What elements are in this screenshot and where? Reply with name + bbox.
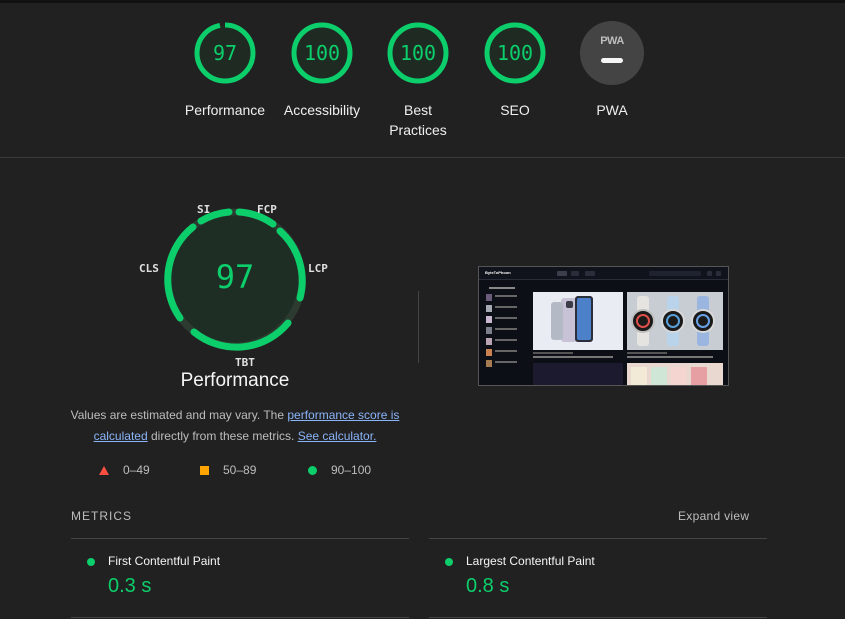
thumb-sidebar [483, 284, 529, 384]
thumb-card-watches [627, 292, 723, 350]
category-summary: 97 Performance 100 Accessibility 100 Bes… [0, 0, 845, 158]
gauge-best-practices[interactable]: 100 Best Practices [373, 21, 463, 140]
thumb-card-bottom-right [627, 363, 723, 385]
section-divider [418, 291, 419, 363]
phones-image-icon [551, 296, 593, 342]
legend-fail-range: 0–49 [123, 463, 150, 477]
gauge-score: 100 [303, 41, 341, 65]
legend-average-range: 50–89 [223, 463, 257, 477]
thumb-card-bottom-left [533, 363, 623, 385]
pass-circle-icon [445, 558, 453, 566]
gauge-performance[interactable]: 97 Performance [180, 21, 270, 120]
performance-score: 97 [215, 258, 255, 296]
metric-title: First Contentful Paint [108, 554, 221, 568]
gauge-tag-lcp[interactable]: LCP [308, 262, 328, 275]
gauge-pwa[interactable]: PWA PWA [567, 21, 657, 120]
thumb-brand: ByteToPhoon [485, 270, 511, 275]
metric-value: 0.3 s [108, 575, 152, 597]
gauge-tag-cls[interactable]: CLS [139, 262, 159, 275]
legend-pass: 90–100 [308, 463, 371, 477]
gauge-tag-si[interactable]: SI [197, 203, 210, 216]
legend-fail: 0–49 [99, 463, 150, 477]
watches-image-icon [631, 296, 715, 346]
gauge-label: PWA [596, 102, 628, 118]
gauge-score: 97 [212, 41, 238, 65]
fail-triangle-icon [99, 465, 109, 475]
gauge-score: 100 [496, 41, 534, 65]
gauge-label: Best Practices [389, 102, 447, 138]
description-text-1: Values are estimated and may vary. The [70, 408, 288, 422]
gauge-tag-tbt[interactable]: TBT [235, 356, 255, 369]
average-square-icon [200, 465, 209, 475]
gauge-label: SEO [500, 102, 530, 118]
expand-view-button[interactable]: Expand view [678, 509, 749, 523]
pwa-badge-icon: PWA [580, 21, 644, 85]
pass-circle-icon [87, 558, 95, 566]
pwa-dash-icon [601, 58, 623, 63]
gauge-label: Accessibility [283, 102, 361, 118]
metric-value: 0.8 s [466, 575, 510, 597]
pwa-badge-text: PWA [600, 35, 624, 47]
metric-title: Largest Contentful Paint [466, 554, 595, 568]
legend-pass-range: 90–100 [331, 463, 372, 477]
see-calculator-link[interactable]: See calculator. [298, 429, 377, 443]
metric-lcp: Largest Contentful Paint 0.8 s [429, 538, 767, 618]
gauge-accessibility[interactable]: 100 Accessibility [277, 21, 367, 120]
legend-average: 50–89 [200, 463, 256, 477]
thumb-card-phones [533, 292, 623, 350]
description-text-2: directly from these metrics. [147, 429, 298, 443]
final-screenshot[interactable]: ByteToPhoon [478, 266, 729, 386]
gauge-seo[interactable]: 100 SEO [470, 21, 560, 120]
thumb-navbar: ByteToPhoon [479, 267, 728, 280]
metrics-heading: METRICS [71, 509, 132, 523]
metric-fcp: First Contentful Paint 0.3 s [71, 538, 409, 618]
pass-circle-icon [308, 465, 317, 475]
gauge-score: 100 [399, 41, 437, 65]
gauge-tag-fcp[interactable]: FCP [257, 203, 277, 216]
performance-title: Performance [180, 370, 290, 391]
gauge-label: Performance [184, 102, 266, 118]
score-description: Values are estimated and may vary. The p… [60, 405, 410, 447]
